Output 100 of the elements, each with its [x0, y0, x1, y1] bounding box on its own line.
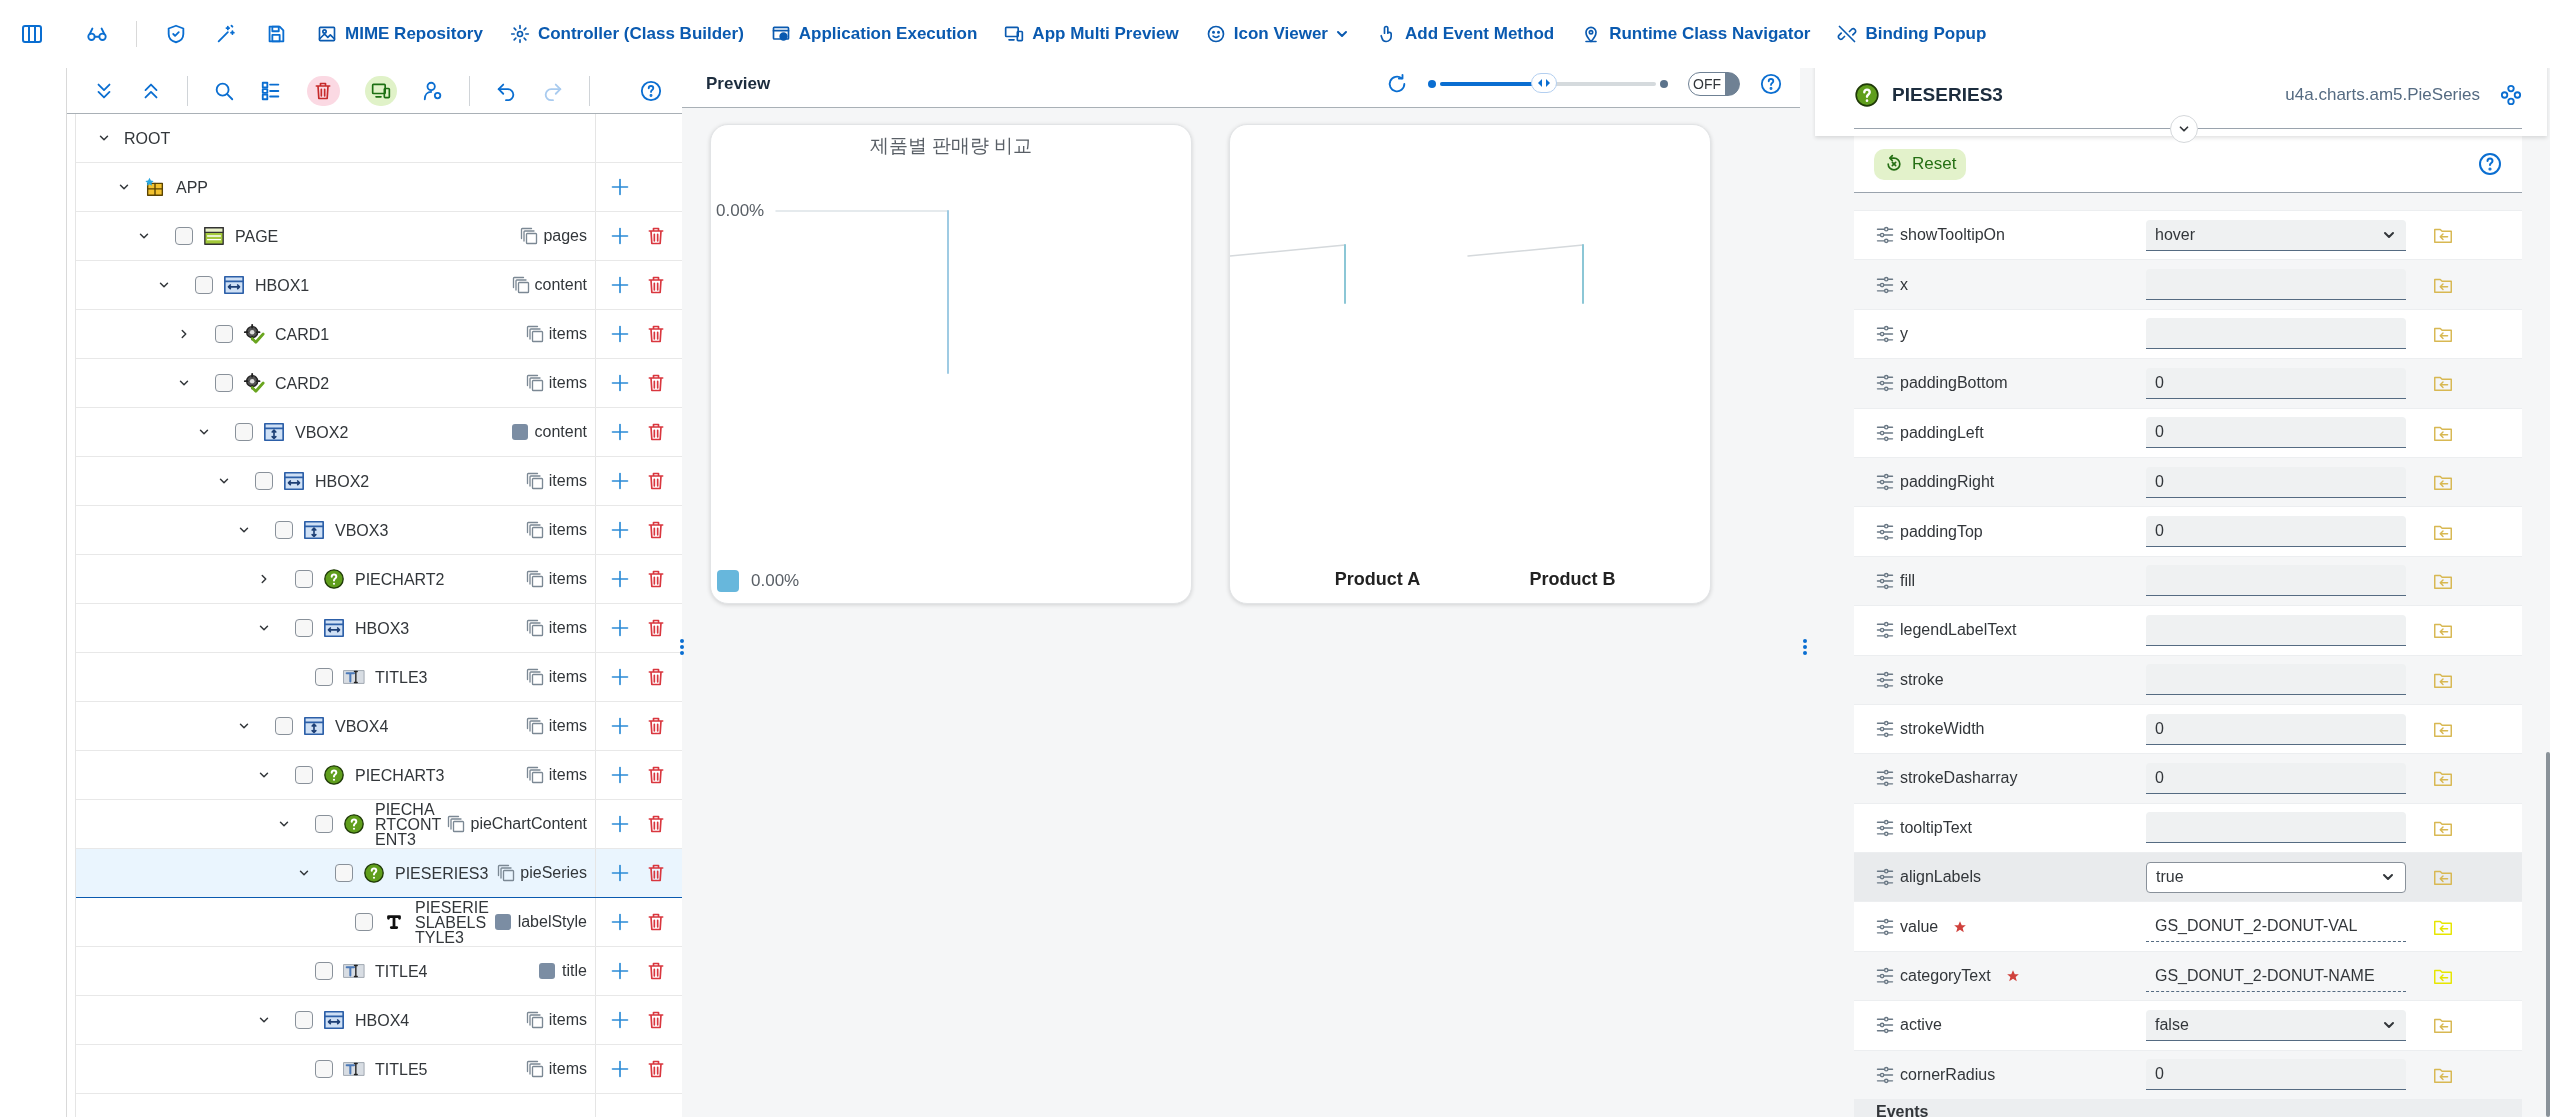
tree-row[interactable]: TITLE4 title — [76, 947, 682, 996]
shield-check-icon[interactable] — [165, 23, 187, 45]
input-field[interactable] — [2146, 269, 2406, 301]
checkbox[interactable] — [235, 423, 253, 441]
delete-icon[interactable] — [646, 667, 666, 687]
tree-row[interactable]: VBOX4 items — [76, 702, 682, 751]
drag-handle-icon[interactable] — [1802, 638, 1808, 656]
network-icon[interactable] — [2500, 84, 2522, 106]
input-field[interactable] — [2146, 565, 2406, 597]
input-field[interactable]: 0 — [2146, 763, 2406, 794]
tree-row[interactable]: HBOX4 items — [76, 996, 682, 1045]
add-icon[interactable] — [610, 912, 630, 932]
checkbox[interactable] — [335, 864, 353, 882]
drag-handle-icon[interactable] — [679, 638, 685, 656]
add-icon[interactable] — [610, 618, 630, 638]
checkbox[interactable] — [275, 717, 293, 735]
devices-button[interactable] — [364, 75, 398, 106]
input-field[interactable]: GS_DONUT_2-DONUT-NAME — [2146, 960, 2406, 992]
checkbox[interactable] — [215, 325, 233, 343]
add-icon[interactable] — [610, 422, 630, 442]
checkbox[interactable] — [175, 227, 193, 245]
checkbox[interactable] — [315, 668, 333, 686]
toolbar-button[interactable]: Application Execution — [770, 20, 978, 48]
input-field[interactable] — [2146, 614, 2406, 646]
checkbox[interactable] — [315, 1060, 333, 1078]
tree-row[interactable]: PIECHART2 items — [76, 555, 682, 604]
checkbox[interactable] — [255, 472, 273, 490]
add-icon[interactable] — [610, 667, 630, 687]
delete-icon[interactable] — [646, 765, 666, 785]
toolbar-button[interactable]: Binding Popup — [1837, 20, 1987, 48]
select-field[interactable]: false — [2146, 1009, 2406, 1041]
tree-row[interactable]: HBOX3 items — [76, 604, 682, 653]
reset-button[interactable]: Reset — [1874, 148, 1967, 180]
tree-row[interactable]: CARD2 items — [76, 359, 682, 408]
add-icon[interactable] — [610, 226, 630, 246]
refresh-icon[interactable] — [1386, 72, 1408, 95]
add-icon[interactable] — [610, 863, 630, 883]
add-icon[interactable] — [610, 373, 630, 393]
tree-row[interactable]: ROOT — [76, 114, 682, 163]
scrollbar[interactable] — [2546, 752, 2550, 1117]
delete-icon[interactable] — [646, 814, 666, 834]
checkbox[interactable] — [295, 619, 313, 637]
left-right-arrows-icon[interactable] — [1536, 77, 1551, 88]
tree-row[interactable]: APP — [76, 163, 682, 212]
add-icon[interactable] — [610, 569, 630, 589]
help-icon[interactable] — [2478, 152, 2502, 176]
checkbox[interactable] — [275, 521, 293, 539]
input-field[interactable]: 0 — [2146, 516, 2406, 548]
input-field[interactable]: GS_DONUT_2-DONUT-VAL — [2146, 911, 2406, 943]
delete-icon[interactable] — [646, 324, 666, 344]
tree-row[interactable]: VBOX2 content — [76, 408, 682, 457]
delete-icon[interactable] — [646, 422, 666, 442]
input-field[interactable]: 0 — [2146, 417, 2406, 449]
tree-row[interactable]: PIESERIESLABELSTYLE3 labelStyle — [76, 898, 682, 947]
select-field[interactable]: true — [2146, 861, 2406, 893]
input-field[interactable]: 0 — [2146, 1059, 2406, 1091]
checkbox[interactable] — [295, 570, 313, 588]
delete-icon[interactable] — [646, 1059, 666, 1079]
tree-row[interactable]: PAGE pages — [76, 212, 682, 261]
add-icon[interactable] — [610, 765, 630, 785]
checkbox[interactable] — [295, 1011, 313, 1029]
add-icon[interactable] — [610, 716, 630, 736]
checkbox[interactable] — [315, 962, 333, 980]
delete-icon[interactable] — [646, 226, 666, 246]
help-icon[interactable] — [1760, 72, 1782, 95]
delete-button[interactable] — [306, 75, 340, 106]
delete-icon[interactable] — [646, 1010, 666, 1030]
tree-row[interactable]: HBOX1 content — [76, 261, 682, 310]
delete-icon[interactable] — [646, 373, 666, 393]
zoom-slider[interactable] — [1428, 72, 1668, 95]
sidebar-toggle-icon[interactable] — [20, 22, 44, 46]
input-field[interactable] — [2146, 812, 2406, 844]
input-field[interactable]: 0 — [2146, 367, 2406, 399]
tree-row[interactable]: PIECHART3 items — [76, 751, 682, 800]
tree-row[interactable]: HBOX2 items — [76, 457, 682, 506]
toolbar-button[interactable]: Controller (Class Builder) — [509, 20, 744, 48]
delete-icon[interactable] — [646, 569, 666, 589]
input-field[interactable]: 0 — [2146, 713, 2406, 745]
add-icon[interactable] — [610, 814, 630, 834]
toolbar-button[interactable]: Runtime Class Navigator — [1581, 20, 1811, 48]
list-icon[interactable] — [259, 79, 282, 102]
tree-row[interactable]: CARD1 items — [76, 310, 682, 359]
tree-row[interactable]: TITLE5 items — [76, 1045, 682, 1094]
input-field[interactable] — [2146, 664, 2406, 696]
add-icon[interactable] — [610, 275, 630, 295]
help-icon[interactable] — [640, 79, 662, 102]
add-icon[interactable] — [610, 177, 630, 197]
checkbox[interactable] — [215, 374, 233, 392]
toolbar-button[interactable]: Icon Viewer — [1205, 20, 1350, 48]
checkbox[interactable] — [195, 276, 213, 294]
input-field[interactable]: 0 — [2146, 466, 2406, 498]
toolbar-button[interactable]: MIME Repository — [317, 20, 483, 48]
toggle-switch[interactable]: OFF — [1688, 71, 1740, 96]
checkbox[interactable] — [355, 913, 373, 931]
delete-icon[interactable] — [646, 520, 666, 540]
tree-row[interactable]: VBOX3 items — [76, 506, 682, 555]
select-field[interactable]: hover — [2146, 219, 2406, 251]
add-icon[interactable] — [610, 324, 630, 344]
input-field[interactable] — [2146, 318, 2406, 350]
delete-icon[interactable] — [646, 912, 666, 932]
